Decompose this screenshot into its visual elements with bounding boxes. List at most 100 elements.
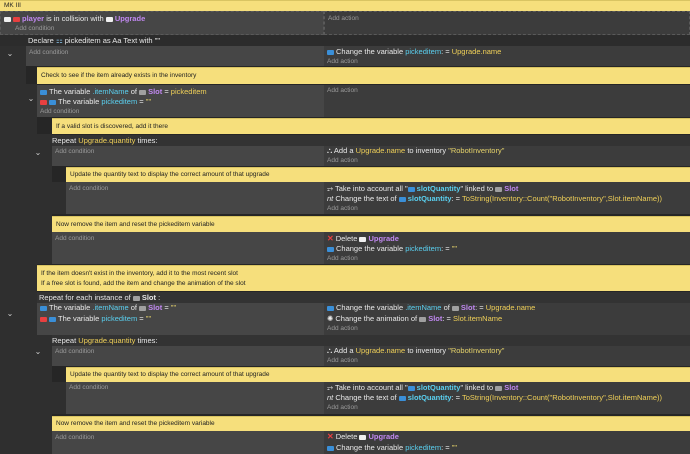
event-collision-conditions[interactable]: player is in collision with Upgrade Add … — [0, 11, 324, 35]
link-slotquantity-action[interactable]: ⥅ Take into account all " slotQuantity" l… — [327, 184, 518, 194]
repeat-quantity-row[interactable]: Repeat Upgrade.quantity times: — [52, 135, 690, 146]
change-itemname-action[interactable]: Change the variable .itemName of Slot: =… — [327, 303, 535, 313]
block2-actions[interactable]: Add action — [324, 85, 690, 117]
block5-actions[interactable]: ✕ Delete Upgrade Change the variable pick… — [324, 232, 690, 264]
chevron-down-icon[interactable]: ⌄ — [6, 50, 14, 58]
declare-row[interactable]: Declare ⚏ pickeditem as Aa Text with "" — [0, 35, 690, 46]
add-to-inventory-action[interactable]: ⛬ Add a Upgrade.name to inventory "Robot… — [327, 146, 504, 156]
add-action-link[interactable]: Add action — [327, 204, 358, 214]
variable-icon — [327, 305, 334, 311]
block5-conditions[interactable]: Add condition — [52, 232, 324, 264]
chevron-down-icon[interactable]: ⌄ — [34, 149, 42, 157]
reset-pickeditem-action[interactable]: Change the variable pickeditem: = "" — [327, 244, 457, 254]
text-icon — [398, 196, 406, 202]
text-icon — [398, 395, 406, 401]
player-icon — [13, 16, 20, 22]
event-collision-actions[interactable]: Add action — [324, 11, 690, 35]
upgrade-object: Upgrade — [114, 14, 146, 23]
variable-icon — [40, 305, 47, 311]
link-slotquantity-action[interactable]: ⥅ Take into account all " slotQuantity" l… — [327, 383, 518, 393]
variable-icon — [40, 89, 47, 95]
block6-actions[interactable]: Change the variable .itemName of Slot: =… — [324, 303, 690, 335]
foreach-slot-row[interactable]: Repeat for each instance of Slot : — [37, 292, 690, 303]
add-action-link[interactable]: Add action — [328, 14, 359, 24]
block2-conditions[interactable]: The variable .itemName of Slot = pickedi… — [37, 85, 324, 117]
chevron-down-icon[interactable]: ⌄ — [27, 95, 35, 103]
add-condition-link[interactable]: Add condition — [55, 433, 94, 443]
add-action-link[interactable]: Add action — [327, 86, 358, 96]
repeat-quantity-row-2[interactable]: Repeat Upgrade.quantity times: — [52, 335, 690, 346]
add-condition-link[interactable]: Add condition — [55, 234, 94, 244]
text-icon — [407, 186, 415, 192]
variable-icon — [327, 445, 334, 451]
comment-remove-item-2[interactable]: Now remove the item and reset the picked… — [52, 416, 690, 431]
add-condition-link[interactable]: Add condition — [15, 24, 54, 34]
block8-conditions[interactable]: Add condition — [66, 382, 324, 414]
add-action-link[interactable]: Add action — [327, 356, 358, 366]
comment-free-slot[interactable]: If the item doesn't exist in the invento… — [37, 265, 690, 291]
add-condition-link[interactable]: Add condition — [55, 347, 94, 357]
add-condition-link[interactable]: Add condition — [69, 383, 108, 393]
block1-actions[interactable]: Change the variable pickeditem: = Upgrad… — [324, 46, 690, 66]
link-icon: ⥅ — [327, 383, 335, 392]
indent-gutter-6 — [52, 382, 66, 414]
variable-icon — [49, 99, 56, 105]
collision-condition[interactable]: player is in collision with Upgrade — [4, 14, 145, 24]
comment-remove-item[interactable]: Now remove the item and reset the picked… — [52, 216, 690, 232]
pickeditem-not-empty-condition[interactable]: The variable pickeditem = "" — [40, 97, 151, 107]
slot-icon — [495, 385, 503, 391]
add-action-link[interactable]: Add action — [327, 403, 358, 413]
top-comment[interactable]: MK III — [0, 0, 690, 11]
block9-conditions[interactable]: Add condition — [52, 431, 324, 454]
comment-update-quantity[interactable]: Update the quantity text to display the … — [66, 167, 690, 182]
delete-icon: ✕ — [327, 234, 334, 243]
add-action-link[interactable]: Add action — [327, 156, 358, 166]
upgrade-icon — [105, 16, 113, 22]
itemname-equals-condition[interactable]: The variable .itemName of Slot = pickedi… — [40, 87, 207, 97]
block9-actions[interactable]: ✕ Delete Upgrade Change the variable pick… — [324, 431, 690, 454]
add-condition-link[interactable]: Add condition — [69, 184, 108, 194]
slot-icon — [419, 316, 427, 322]
comment-check-exists[interactable]: Check to see if the item already exists … — [37, 67, 690, 84]
add-condition-link[interactable]: Add condition — [55, 147, 94, 157]
block8-actions[interactable]: ⥅ Take into account all " slotQuantity" l… — [324, 382, 690, 414]
block4-conditions[interactable]: Add condition — [66, 182, 324, 214]
block4-actions[interactable]: ⥅ Take into account all " slotQuantity" l… — [324, 182, 690, 214]
change-pickeditem-action[interactable]: Change the variable pickeditem: = Upgrad… — [327, 47, 501, 57]
block3-conditions[interactable]: Add condition — [52, 146, 324, 166]
add-action-link[interactable]: Add action — [327, 324, 358, 334]
add-to-inventory-action[interactable]: ⛬ Add a Upgrade.name to inventory "Robot… — [327, 346, 504, 356]
change-text-action[interactable]: nt Change the text of slotQuantity: = To… — [327, 393, 662, 403]
upgrade-icon — [359, 434, 367, 440]
comment-update-quantity-2[interactable]: Update the quantity text to display the … — [66, 367, 690, 382]
inventory-icon: ⛬ — [327, 346, 334, 355]
add-action-link[interactable]: Add action — [327, 57, 358, 67]
chevron-down-icon[interactable]: ⌄ — [6, 310, 14, 318]
link-icon: ⥅ — [327, 184, 335, 193]
block7-actions[interactable]: ⛬ Add a Upgrade.name to inventory "Robot… — [324, 346, 690, 366]
chevron-down-icon[interactable]: ⌄ — [34, 348, 42, 356]
comment-valid-slot[interactable]: If a valid slot is discovered, add it th… — [52, 118, 690, 134]
change-text-action[interactable]: nt Change the text of slotQuantity: = To… — [327, 194, 662, 204]
text-icon — [407, 385, 415, 391]
block7-conditions[interactable]: Add condition — [52, 346, 324, 366]
variable-icon — [49, 316, 56, 322]
delete-upgrade-action[interactable]: ✕ Delete Upgrade — [327, 234, 399, 244]
delete-upgrade-action[interactable]: ✕ Delete Upgrade — [327, 432, 399, 442]
invert-icon — [40, 99, 47, 105]
upgrade-icon — [359, 236, 367, 242]
block6-conditions[interactable]: The variable .itemName of Slot = "" The … — [37, 303, 324, 335]
top-title: MK III — [4, 2, 21, 9]
indent-gutter-2 — [26, 84, 37, 454]
reset-pickeditem-action[interactable]: Change the variable pickeditem: = "" — [327, 443, 457, 453]
slot-icon — [139, 305, 147, 311]
add-condition-link[interactable]: Add condition — [29, 48, 68, 58]
player-object: player — [22, 14, 45, 23]
add-condition-link[interactable]: Add condition — [40, 107, 79, 117]
itemname-empty-condition[interactable]: The variable .itemName of Slot = "" — [40, 303, 176, 313]
block1-conditions[interactable]: Add condition — [26, 46, 324, 66]
add-action-link[interactable]: Add action — [327, 254, 358, 264]
block3-actions[interactable]: ⛬ Add a Upgrade.name to inventory "Robot… — [324, 146, 690, 166]
pickeditem-not-empty-condition[interactable]: The variable pickeditem = "" — [40, 314, 151, 324]
change-animation-action[interactable]: ✺ Change the animation of Slot: = Slot.i… — [327, 314, 502, 324]
